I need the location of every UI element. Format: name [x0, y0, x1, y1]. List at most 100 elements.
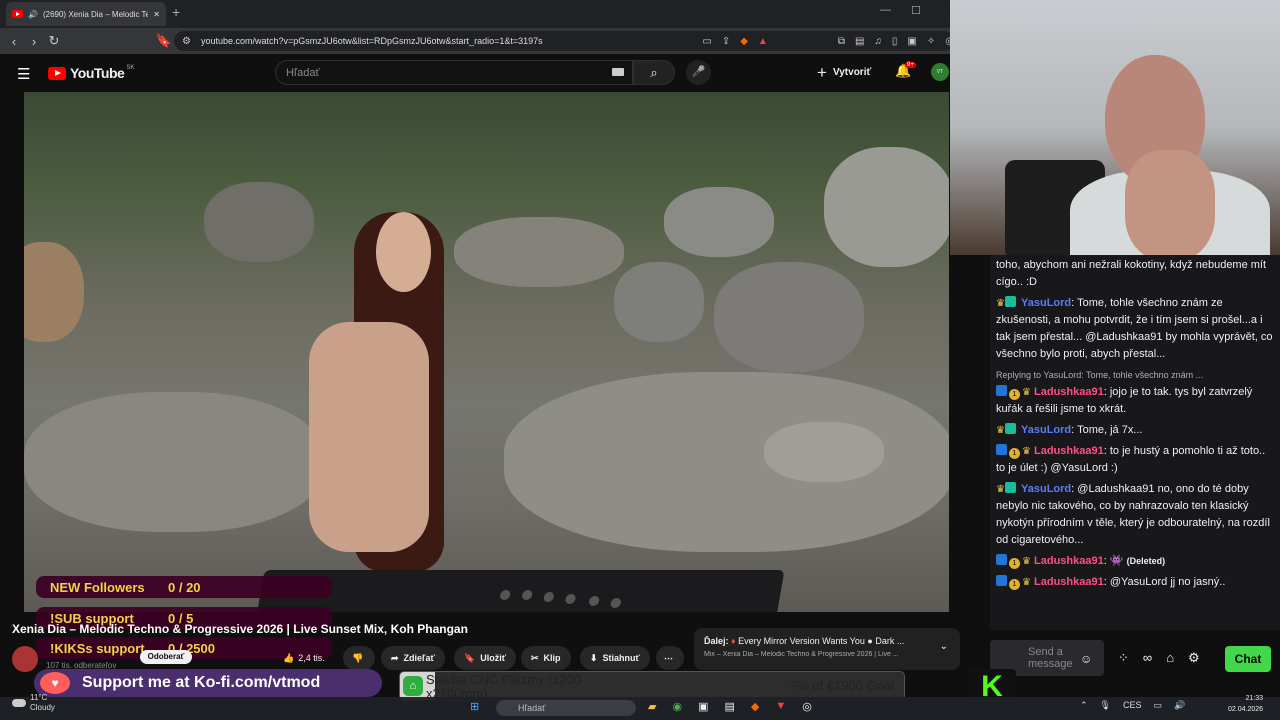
chat-username[interactable]: Ladushkaa91 [1034, 445, 1104, 457]
youtube-favicon-icon [12, 10, 23, 18]
maximize-button[interactable]: ☐ [911, 4, 921, 17]
music-icon[interactable]: ♫ [874, 36, 882, 47]
chat-text: toho, abychom ani nežrali kokotiny, když… [996, 259, 1267, 288]
chat-username[interactable]: Ladushkaa91 [1034, 386, 1104, 398]
forward-icon[interactable]: › [24, 34, 44, 49]
cast-icon[interactable]: ▭ [702, 36, 711, 47]
window-controls: — ☐ [880, 4, 921, 17]
leo-icon[interactable]: ✧ [927, 36, 935, 47]
minimize-button[interactable]: — [880, 4, 891, 17]
sidebar-icon[interactable]: ▯ [892, 36, 898, 47]
up-next-title-tail: Dark ... [875, 636, 905, 646]
share-button[interactable]: ➦ Zdieľať [381, 646, 445, 670]
tray-overflow-icon[interactable]: ⌃ [1080, 700, 1088, 711]
like-button[interactable]: 👍 2,4 tis. [283, 646, 325, 670]
search-button[interactable]: ⌕ [633, 60, 675, 85]
live-chat[interactable]: toho, abychom ani nežrali kokotiny, když… [990, 255, 1280, 630]
weather-widget[interactable]: 11°C Cloudy [12, 693, 55, 713]
address-bar[interactable]: ⚙ youtube.com/watch?v=pGsmzJU6otw&list=R… [174, 31, 954, 51]
chat-username[interactable]: YasuLord [1021, 424, 1071, 436]
app-icon[interactable]: ▣ [698, 700, 708, 713]
file-explorer-icon[interactable]: ▰ [648, 700, 656, 713]
site-settings-icon[interactable]: ⚙ [182, 36, 191, 47]
store-icon[interactable]: ⌂ [1166, 650, 1174, 666]
rewards-icon[interactable]: ▲ [758, 36, 768, 47]
founder-badge-icon [996, 444, 1007, 455]
youtube-logo[interactable]: YouTube SK [48, 65, 134, 81]
reader-icon[interactable]: ▤ [855, 36, 864, 47]
brave-shield-icon[interactable]: ◆ [740, 36, 748, 47]
share-page-icon[interactable]: ⇪ [722, 36, 730, 47]
start-menu-icon[interactable]: ⊞ [470, 700, 479, 713]
download-button[interactable]: ⬇ Stiahnuť [580, 646, 650, 670]
chat-message: Replying to YasuLord: Tome, tohle všechn… [990, 365, 1280, 420]
chat-send-button[interactable]: Chat [1225, 646, 1271, 672]
followers-goal-value: 0 / 20 [168, 579, 201, 595]
taskbar-search[interactable]: Hľadať [496, 700, 636, 716]
chat-message: 1 ♛ Ladushkaa91: to je hustý a pomohlo ti… [996, 444, 1266, 474]
download-label: Stiahnuť [602, 653, 640, 663]
video-player[interactable] [24, 92, 949, 612]
search-icon: ⌕ [650, 65, 658, 80]
channel-avatar[interactable] [12, 646, 38, 672]
more-actions-button[interactable]: ⋯ [656, 646, 684, 670]
chat-message: toho, abychom ani nežrali kokotiny, když… [990, 255, 1280, 293]
extensions-icon[interactable]: ⧉ [838, 36, 845, 47]
save-button[interactable]: 🔖 Uložiť [454, 646, 517, 670]
chrome-icon[interactable]: ◉ [672, 700, 682, 713]
menu-icon[interactable]: ☰ [17, 65, 30, 83]
quick-emotes-icon[interactable]: ⁘ [1118, 650, 1129, 666]
chat-username[interactable]: Ladushkaa91 [1034, 555, 1104, 567]
back-icon[interactable]: ‹ [4, 34, 24, 49]
network-icon[interactable]: ▭ [1154, 700, 1163, 711]
bookmark-save-icon: 🔖 [464, 652, 476, 663]
taskbar-clock[interactable]: 21:33 02.04.2026 [1228, 693, 1263, 715]
tab-close-icon[interactable]: ✕ [153, 10, 160, 19]
chat-settings-icon[interactable]: ⚙ [1188, 650, 1200, 666]
search-input[interactable]: Hľadať [275, 60, 633, 85]
up-next-card[interactable]: Ďalej: ♦ Every Mirror Version Wants You … [694, 628, 960, 670]
kofi-text: Support me at Ko-fi.com/vtmod [82, 674, 321, 691]
speaker-icon[interactable]: 🔊 [28, 10, 38, 19]
voice-search-button[interactable]: 🎤 [686, 60, 711, 85]
keyboard-icon[interactable] [612, 68, 624, 76]
followers-goal-label: NEW Followers [50, 579, 145, 595]
media-icon[interactable]: ▼ [775, 700, 786, 713]
plus-icon: + [817, 62, 827, 82]
kofi-heart-icon: ♥ [40, 672, 70, 694]
clip-button[interactable]: ✂ Klip [521, 646, 571, 670]
like-count: 2,4 tis. [298, 653, 325, 663]
chat-username[interactable]: YasuLord [1021, 297, 1071, 309]
subscribe-button[interactable]: Odoberať [140, 650, 192, 664]
dislike-button[interactable]: 👎 [343, 646, 375, 670]
kiks-goal-label: !KIKSs support [50, 640, 145, 656]
emoji-icon[interactable]: ☺ [1080, 652, 1092, 666]
url-text: youtube.com/watch?v=pGsmzJU6otw&list=RDp… [200, 36, 543, 46]
cnc-goal-value: 7% of €1900 Goal [790, 678, 895, 693]
language-indicator[interactable]: CES [1123, 700, 1142, 711]
chat-username[interactable]: YasuLord [1021, 483, 1071, 495]
volume-icon[interactable]: 🔊 [1174, 700, 1185, 711]
reply-context: Replying to YasuLord: Tome, tohle všechn… [996, 370, 1204, 380]
terminal-icon[interactable]: ▤ [724, 700, 734, 713]
weather-desc: Cloudy [30, 703, 55, 712]
obs-icon[interactable]: ◎ [802, 700, 812, 713]
reload-icon[interactable]: ↻ [44, 33, 64, 49]
video-title: Xenia Dia – Melodic Techno & Progressive… [12, 622, 468, 636]
link-icon[interactable]: ∞ [1143, 650, 1152, 666]
youtube-play-icon [48, 66, 66, 80]
bookmark-icon[interactable]: 🔖 [154, 33, 174, 49]
followers-goal: NEW Followers 0 / 20 [36, 576, 332, 598]
chat-username[interactable]: Ladushkaa91 [1034, 576, 1104, 588]
founder-badge-icon [996, 575, 1007, 586]
emote-icon: 👾 [1109, 555, 1124, 567]
create-button[interactable]: + Vytvoriť [817, 62, 871, 83]
new-tab-button[interactable]: + [172, 4, 180, 20]
dj-face [376, 212, 431, 292]
wallet-icon[interactable]: ▣ [907, 36, 916, 47]
account-avatar[interactable]: VT [931, 63, 949, 81]
brave-icon[interactable]: ◆ [751, 700, 759, 713]
chevron-down-icon[interactable]: ⌄ [940, 641, 948, 652]
browser-tab[interactable]: 🔊 (2690) Xenia Dia – Melodic Te ✕ [6, 2, 166, 26]
mic-tray-icon[interactable]: 🎙 [1100, 700, 1111, 711]
